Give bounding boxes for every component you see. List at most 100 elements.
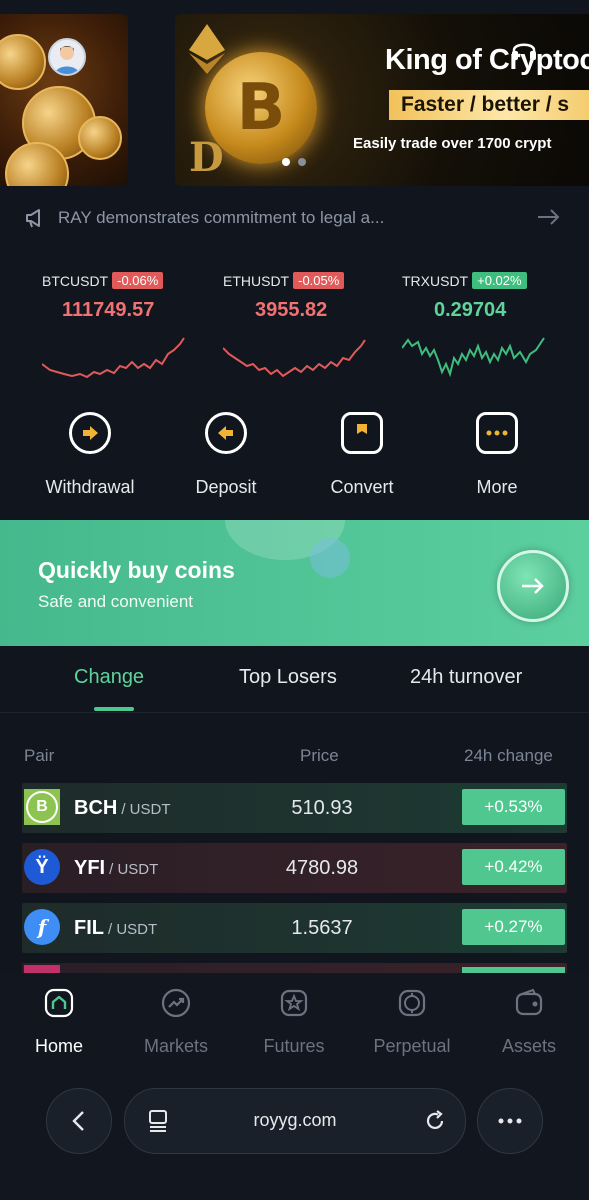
nav-label: Futures [263,1036,325,1056]
pair-name: FIL / USDT [74,917,157,940]
bch-icon: B [24,789,60,825]
active-tab-indicator [94,707,134,711]
banner-title: King of Cryptocu [385,44,589,76]
column-header-change: 24h change [464,746,553,765]
ellipsis-icon [498,1118,522,1124]
fil-icon: f [24,909,60,945]
more-button[interactable]: More [442,412,552,498]
support-headset-icon[interactable] [510,38,538,64]
bottom-navigation: Home Markets Futures Perpetual Assets [0,973,589,1200]
announcement-text: RAY demonstrates commitment to legal a..… [58,208,385,227]
promo-subtitle: Safe and convenient [38,592,194,611]
ticker-symbol: ETHUSDT [223,272,290,289]
row-price: 4780.98 [285,857,359,879]
ticker-symbol: BTCUSDT [42,272,109,289]
row-price: 510.93 [291,797,353,819]
quick-buy-arrow-button[interactable] [497,550,569,622]
table-row[interactable]: Ÿ YFI / USDT 4780.98 +0.42% [22,843,567,893]
change-badge: +0.27% [462,909,565,945]
coin-glyph: Ÿ [35,855,49,878]
markets-icon [161,988,191,1018]
reload-icon[interactable] [423,1109,447,1133]
nav-label: Perpetual [373,1036,451,1056]
withdrawal-button[interactable]: Withdrawal [35,412,145,498]
arrow-right-icon[interactable] [536,207,562,227]
nav-label: Markets [143,1036,208,1056]
user-avatar[interactable] [48,38,86,76]
banner-tagline: Faster / better / s [389,90,589,120]
url-text: royyg.com [253,1110,337,1130]
nav-markets[interactable]: Markets [126,987,226,1057]
ticker-price: 111749.57 [62,299,155,321]
pair-quote: / USDT [121,801,171,818]
sparkline-chart [42,337,185,379]
pair-name: BCH / USDT [74,797,171,820]
deposit-button[interactable]: Deposit [171,412,281,498]
futures-icon [280,989,308,1017]
megaphone-icon [26,209,40,228]
convert-icon [341,412,383,454]
pair-quote: / USDT [108,921,158,938]
promo-title: Quickly buy coins [38,557,235,583]
announcement-bar[interactable]: RAY demonstrates commitment to legal a..… [24,204,564,232]
ticker-change: +0.02% [472,272,527,289]
action-label: More [476,477,518,497]
sparkline-chart [402,337,545,378]
tab-24h-turnover[interactable]: 24h turnover [410,666,522,689]
browser-more-button[interactable] [477,1088,543,1154]
coin-illustration [0,34,46,90]
arrow-right-icon [522,578,544,594]
pair-base: FIL [74,917,104,939]
nav-perpetual[interactable]: Perpetual [362,987,462,1057]
ticker-btc[interactable]: BTCUSDT -0.06% 111749.57 [42,272,192,379]
withdraw-icon [69,412,111,454]
action-label: Withdrawal [45,477,135,497]
home-icon [44,988,74,1018]
ticker-change: -0.05% [293,272,345,289]
decorative-bubble [310,538,350,578]
ethereum-icon [189,24,225,74]
carousel-dot[interactable] [298,158,306,166]
pair-base: BCH [74,797,118,819]
action-label: Deposit [195,477,257,497]
convert-button[interactable]: Convert [307,412,417,498]
ticker-change: -0.06% [112,272,164,289]
coin-glyph: B [26,791,58,823]
row-price: 1.5637 [291,917,353,939]
nav-home[interactable]: Home [9,987,109,1057]
wallet-icon [515,988,543,1016]
nav-label: Assets [501,1036,557,1056]
deposit-icon [205,412,247,454]
table-row[interactable]: B BCH / USDT 510.93 +0.53% [22,783,567,833]
perpetual-icon [398,989,426,1017]
nav-assets[interactable]: Assets [479,987,579,1057]
tab-change[interactable]: Change [74,666,144,689]
user-icon [55,46,79,74]
d-coin-illustration: D [189,134,224,181]
pair-base: YFI [74,857,106,879]
tab-top-losers[interactable]: Top Losers [239,666,337,689]
coin-glyph: f [37,915,47,939]
market-tabs: Change Top Losers 24h turnover [0,660,589,713]
chevron-left-icon [72,1111,84,1131]
yfi-icon: Ÿ [24,849,60,885]
carousel-indicator [282,158,306,166]
change-badge: +0.42% [462,849,565,885]
table-row[interactable]: f FIL / USDT 1.5637 +0.27% [22,903,567,953]
ticker-price: 3955.82 [255,299,328,321]
pair-quote: / USDT [109,861,159,878]
ticker-eth[interactable]: ETHUSDT -0.05% 3955.82 [223,272,373,378]
sparkline-chart [223,339,366,378]
ticker-trx[interactable]: TRXUSDT +0.02% 0.29704 [402,272,552,378]
column-header-pair: Pair [24,746,55,765]
column-header-price: Price [300,746,339,765]
carousel-dot-active[interactable] [282,158,290,166]
action-label: Convert [330,477,394,497]
nav-label: Home [34,1036,83,1056]
browser-url-bar[interactable]: royyg.com [124,1088,466,1154]
nav-futures[interactable]: Futures [244,987,344,1057]
browser-back-button[interactable] [46,1088,112,1154]
ticker-price: 0.29704 [434,299,507,321]
change-badge: +0.53% [462,789,565,825]
pair-name: YFI / USDT [74,857,158,880]
